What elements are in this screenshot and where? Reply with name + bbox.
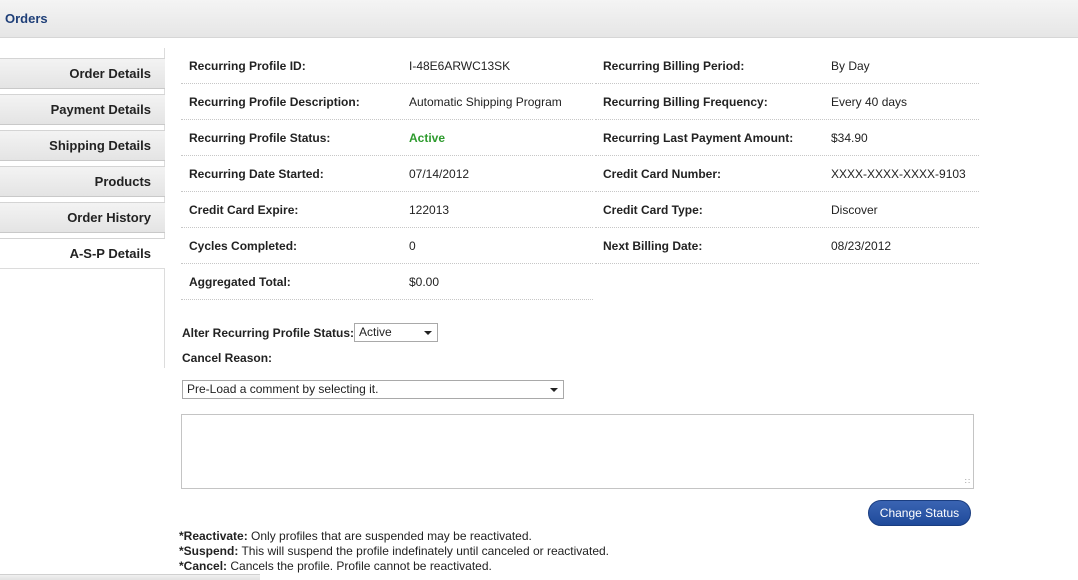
detail-label: Next Billing Date: [603,239,703,253]
note-text: Cancels the profile. Profile cannot be r… [227,559,492,573]
comment-preset-selected: Pre-Load a comment by selecting it. [187,382,379,396]
detail-value: Every 40 days [831,95,908,109]
change-status-button[interactable]: Change Status [868,500,971,526]
detail-value: Automatic Shipping Program [409,95,562,109]
sidebar-item-order-history[interactable]: Order History [0,202,165,233]
detail-value: I-48E6ARWC13SK [409,59,511,73]
detail-label: Recurring Profile Description: [189,95,360,109]
detail-cell: Next Billing Date: 08/23/2012 [595,228,979,264]
detail-cell: Recurring Profile Description: Automatic… [181,84,593,120]
note-suspend: *Suspend: This will suspend the profile … [179,544,609,559]
alter-status-label: Alter Recurring Profile Status: [182,326,355,340]
note-reactivate: *Reactivate: Only profiles that are susp… [179,529,609,544]
chevron-down-icon [424,331,432,335]
detail-value: Discover [831,203,878,217]
sidebar-item-asp-details[interactable]: A-S-P Details [0,238,165,269]
note-term: *Suspend: [179,544,239,558]
sidebar-item-products[interactable]: Products [0,166,165,197]
detail-value: XXXX-XXXX-XXXX-9103 [831,167,966,181]
note-term: *Reactivate: [179,529,248,543]
status-badge: Active [409,131,446,145]
detail-cell: Recurring Last Payment Amount: $34.90 [595,120,979,156]
detail-label: Recurring Billing Period: [603,59,745,73]
note-text: This will suspend the profile indefinate… [238,544,609,558]
detail-label: Recurring Billing Frequency: [603,95,768,109]
page-title: Orders [5,11,48,26]
detail-label: Recurring Last Payment Amount: [603,131,794,145]
detail-cell: Credit Card Number: XXXX-XXXX-XXXX-9103 [595,156,979,192]
note-cancel: *Cancel: Cancels the profile. Profile ca… [179,559,609,574]
note-text: Only profiles that are suspended may be … [247,529,532,543]
chevron-down-icon [550,388,558,392]
detail-cell: Recurring Billing Period: By Day [595,48,979,84]
cancel-reason-label: Cancel Reason: [182,351,273,365]
note-term: *Cancel: [179,559,228,573]
sidebar-item-order-details[interactable]: Order Details [0,58,165,89]
detail-value: $34.90 [831,131,868,145]
detail-label: Cycles Completed: [189,239,298,253]
detail-cell: Recurring Billing Frequency: Every 40 da… [595,84,979,120]
detail-label: Recurring Date Started: [189,167,324,181]
detail-label: Credit Card Number: [603,167,722,181]
detail-value: 08/23/2012 [831,239,892,253]
detail-label: Aggregated Total: [189,275,291,289]
header-bar: Orders [0,0,1078,38]
detail-value: 07/14/2012 [409,167,470,181]
detail-cell: Recurring Profile ID: I-48E6ARWC13SK [181,48,593,84]
detail-cell: Aggregated Total: $0.00 [181,264,593,300]
status-notes: *Reactivate: Only profiles that are susp… [179,529,609,574]
detail-cell: Recurring Date Started: 07/14/2012 [181,156,593,192]
detail-cell: Credit Card Type: Discover [595,192,979,228]
resize-grip-icon[interactable]: ∷ [965,477,970,486]
detail-cell: Recurring Profile Status: Active [181,120,593,156]
detail-label: Credit Card Type: [603,203,703,217]
detail-value: 0 [409,239,416,253]
detail-cell: Cycles Completed: 0 [181,228,593,264]
detail-value: By Day [831,59,870,73]
profile-status-selected: Active [359,325,392,339]
profile-status-select[interactable]: Active [354,323,438,342]
detail-label: Recurring Profile Status: [189,131,331,145]
detail-label: Recurring Profile ID: [189,59,306,73]
cancel-reason-textarea[interactable]: ∷ [181,414,974,489]
detail-cell: Credit Card Expire: 122013 [181,192,593,228]
detail-value: 122013 [409,203,450,217]
bottom-scrollbar[interactable] [0,574,260,580]
sidebar-item-shipping-details[interactable]: Shipping Details [0,130,165,161]
sidebar-item-payment-details[interactable]: Payment Details [0,94,165,125]
detail-label: Credit Card Expire: [189,203,299,217]
comment-preset-select[interactable]: Pre-Load a comment by selecting it. [182,380,564,399]
detail-value: $0.00 [409,275,440,289]
sidebar-nav: Order Details Payment Details Shipping D… [0,48,165,368]
